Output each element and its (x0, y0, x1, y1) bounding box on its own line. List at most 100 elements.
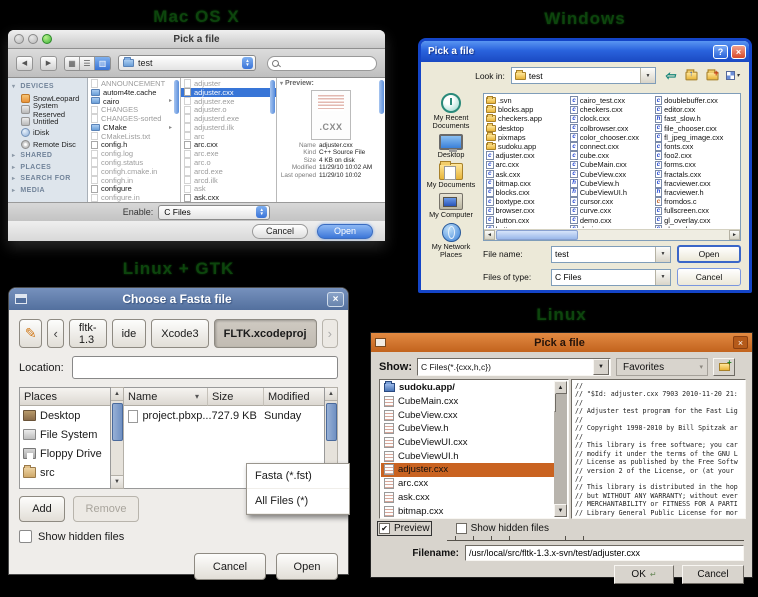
file-row[interactable]: arcd.exe (181, 167, 276, 176)
dropdown-arrow-icon[interactable]: ▼ (593, 359, 609, 375)
places-item[interactable]: My Recent Documents (423, 93, 479, 130)
cancel-button[interactable]: Cancel (194, 553, 266, 580)
scroll-down-arrow-icon[interactable]: ▼ (554, 504, 567, 517)
file-row[interactable]: project.pbxp... 727.9 KB Sunday (124, 406, 324, 426)
file-row[interactable]: arc.o (181, 158, 276, 167)
places-item[interactable]: Desktop (20, 406, 110, 425)
file-row[interactable]: fracviewer.h (655, 188, 739, 197)
file-row[interactable]: fracviewer.cxx (655, 179, 739, 188)
filename-input[interactable] (465, 545, 744, 561)
file-row[interactable]: bitmap.cxx (381, 504, 554, 518)
file-row[interactable]: arc.cxx (381, 477, 554, 491)
sidebar-item[interactable]: MEDIA (8, 185, 87, 197)
file-row[interactable]: configure (88, 185, 180, 194)
places-scrollbar[interactable]: ▲ ▼ (111, 387, 124, 489)
filter-option[interactable]: All Files (*) (247, 489, 349, 514)
cancel-button[interactable]: Cancel (677, 268, 741, 286)
file-row[interactable]: adjuster.exe (181, 97, 276, 106)
file-row[interactable]: CubeViewUI.cxx (381, 436, 554, 450)
file-row[interactable]: editor.cxx (655, 105, 739, 114)
back-button[interactable]: ◀ (16, 56, 33, 71)
look-in-select[interactable]: test ▼ (511, 67, 656, 84)
file-row[interactable]: checkers.cxx (570, 105, 654, 114)
file-row[interactable]: arc.cxx (181, 141, 276, 150)
show-hidden-checkbox[interactable] (456, 523, 467, 534)
filter-combo[interactable]: C Files(*.{cxx,h,c}) ▼ (417, 358, 611, 376)
file-row[interactable]: adjuster.cxx (486, 151, 570, 160)
file-row[interactable]: cursor.cxx (570, 197, 654, 206)
places-header[interactable]: Places (20, 388, 110, 406)
places-item[interactable]: src (20, 463, 110, 482)
sidebar-item[interactable]: iDisk (8, 127, 87, 139)
file-row[interactable]: config.log (88, 149, 180, 158)
scroll-up-arrow-icon[interactable]: ▲ (111, 388, 123, 401)
path-popup-button[interactable]: test ▲▼ (118, 55, 256, 71)
file-row[interactable]: connect.cxx (570, 142, 654, 151)
dropdown-arrow-icon[interactable]: ▼ (655, 270, 670, 285)
file-row[interactable]: autom4te.cache (88, 88, 180, 97)
sidebar-item[interactable]: System Reserved (8, 104, 87, 116)
file-row[interactable]: CHANGES-sorted (88, 114, 180, 123)
new-folder-button[interactable] (713, 358, 735, 376)
file-row[interactable]: adjuster.cxx (381, 463, 554, 477)
file-row[interactable]: arcd.ilk (181, 176, 276, 185)
add-button[interactable]: Add (19, 496, 65, 522)
sidebar-item[interactable]: SHARED (8, 150, 87, 162)
scroll-down-arrow-icon[interactable]: ▼ (111, 475, 123, 488)
dropdown-arrow-icon[interactable]: ▼ (655, 247, 670, 262)
breadcrumb-forward-icon[interactable]: › (322, 319, 339, 348)
remove-button[interactable]: Remove (73, 496, 139, 522)
type-location-button[interactable]: ✎ (19, 319, 42, 348)
places-item[interactable]: My Documents (423, 163, 479, 189)
file-row[interactable]: bitmap.cxx (486, 179, 570, 188)
macos-titlebar[interactable]: Pick a file (8, 30, 385, 49)
sidebar-item[interactable]: Remote Disc (8, 139, 87, 151)
file-row[interactable]: .svn (486, 96, 570, 105)
file-row[interactable]: fromdos.c (655, 197, 739, 206)
file-row[interactable]: fractals.cxx (655, 170, 739, 179)
horizontal-scrollbar[interactable]: ◄ ► (484, 229, 740, 240)
file-row[interactable]: file_chooser.cxx (655, 124, 739, 133)
new-folder-button[interactable] (704, 68, 720, 83)
up-one-level-button[interactable] (683, 68, 699, 83)
files-of-type-combo[interactable]: C Files ▼ (551, 269, 671, 286)
dropdown-arrow-icon[interactable]: ▼ (640, 68, 655, 83)
file-row[interactable]: glpuzzle.cxx (655, 225, 739, 229)
file-row[interactable]: CubeView.h (381, 422, 554, 436)
file-row[interactable]: forms.cxx (655, 160, 739, 169)
file-row[interactable]: fonts.cxx (655, 142, 739, 151)
enable-filter-select[interactable]: C Files ▲▼ (158, 205, 270, 220)
column-view-button[interactable]: ▥ (95, 57, 110, 70)
file-row[interactable]: color_chooser.cxx (570, 133, 654, 142)
view-menu-button[interactable] (725, 68, 741, 83)
gtk-titlebar[interactable]: Choose a Fasta file × (9, 288, 348, 310)
show-hidden-checkbox[interactable] (19, 530, 32, 543)
cancel-button[interactable]: Cancel (252, 224, 308, 239)
file-row[interactable]: CubeView.cxx (381, 408, 554, 422)
file-row[interactable]: buttons.cxx (486, 225, 570, 229)
help-button[interactable]: ? (713, 45, 728, 59)
scrollbar-thumb[interactable] (496, 230, 578, 240)
file-row[interactable]: clock.cxx (570, 114, 654, 123)
scroll-up-arrow-icon[interactable]: ▲ (325, 388, 337, 401)
file-row[interactable]: blocks.app (486, 105, 570, 114)
file-row[interactable]: adjusterd.exe (181, 114, 276, 123)
file-row[interactable]: ANNOUNCEMENT (88, 79, 180, 88)
sidebar-item[interactable]: SEARCH FOR (8, 173, 87, 185)
file-row[interactable]: ask.cxx (181, 193, 276, 202)
preview-checkbox-group[interactable]: ✔ Preview (379, 523, 430, 534)
modified-column-header[interactable]: Modified (264, 388, 324, 406)
cancel-button[interactable]: Cancel (682, 565, 744, 584)
file-row[interactable]: checkers.app (486, 114, 570, 123)
file-row[interactable]: arc.cxx (486, 160, 570, 169)
close-button[interactable]: × (327, 292, 344, 307)
file-row[interactable]: curve.cxx (570, 206, 654, 215)
breadcrumb-segment[interactable]: Xcode3 (151, 319, 208, 348)
file-row[interactable]: cube.cxx (570, 151, 654, 160)
file-row[interactable]: cairo_test.cxx (570, 96, 654, 105)
file-row[interactable]: CubeViewUI.h (570, 188, 654, 197)
file-row[interactable]: CubeViewUI.h (381, 449, 554, 463)
show-hidden-checkbox-group[interactable]: Show hidden files (456, 523, 549, 534)
file-row[interactable]: fullscreen.cxx (655, 206, 739, 215)
scroll-left-arrow-icon[interactable]: ◄ (484, 230, 495, 240)
